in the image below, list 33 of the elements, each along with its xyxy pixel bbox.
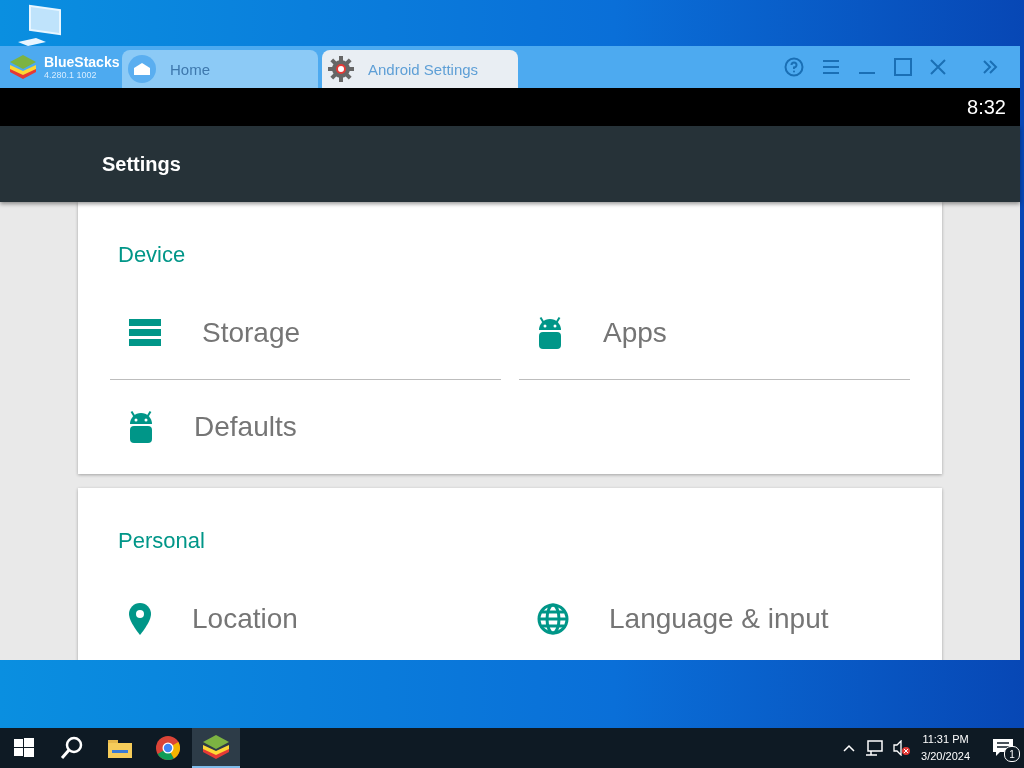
section-title: Device: [118, 242, 187, 268]
android-icon: [128, 410, 154, 444]
settings-item[interactable]: Location: [110, 572, 501, 660]
storage-icon: [128, 317, 162, 348]
toolbar-title: Settings: [102, 152, 181, 176]
layered-logo-icon: [8, 54, 38, 80]
notification-count: 1: [1004, 746, 1020, 762]
windows-icon: [14, 738, 34, 758]
window-tab[interactable]: Home: [122, 50, 318, 88]
settings-item[interactable]: Apps: [519, 286, 910, 380]
settings-item[interactable]: Storage: [110, 286, 501, 380]
android-icon: [537, 315, 563, 350]
muted-speaker-icon[interactable]: [893, 740, 912, 756]
location-pin-icon: [128, 603, 152, 635]
settings-item[interactable]: Defaults: [110, 380, 501, 474]
taskbar-clock[interactable]: 11:31 PM 3/20/2024: [921, 731, 970, 765]
chevron-up-icon[interactable]: [843, 744, 856, 752]
layered-logo-icon: [201, 734, 231, 760]
taskbar-app[interactable]: [192, 728, 240, 768]
folder-icon: [108, 738, 132, 758]
gear-icon: [328, 56, 354, 82]
computer-icon: [16, 2, 62, 46]
globe-icon: [537, 603, 569, 635]
status-time: 8:32: [967, 95, 1006, 119]
browser-icon: [156, 736, 180, 760]
house-icon: [128, 55, 156, 83]
window-tab[interactable]: Android Settings: [322, 50, 518, 88]
network-icon[interactable]: [865, 740, 884, 756]
app-version: 4.280.1 1002: [44, 70, 98, 80]
app-name: BlueStacks: [44, 54, 120, 70]
settings-item[interactable]: Language & input: [519, 572, 910, 660]
search-icon: [60, 736, 84, 760]
section-title: Personal: [118, 528, 206, 554]
